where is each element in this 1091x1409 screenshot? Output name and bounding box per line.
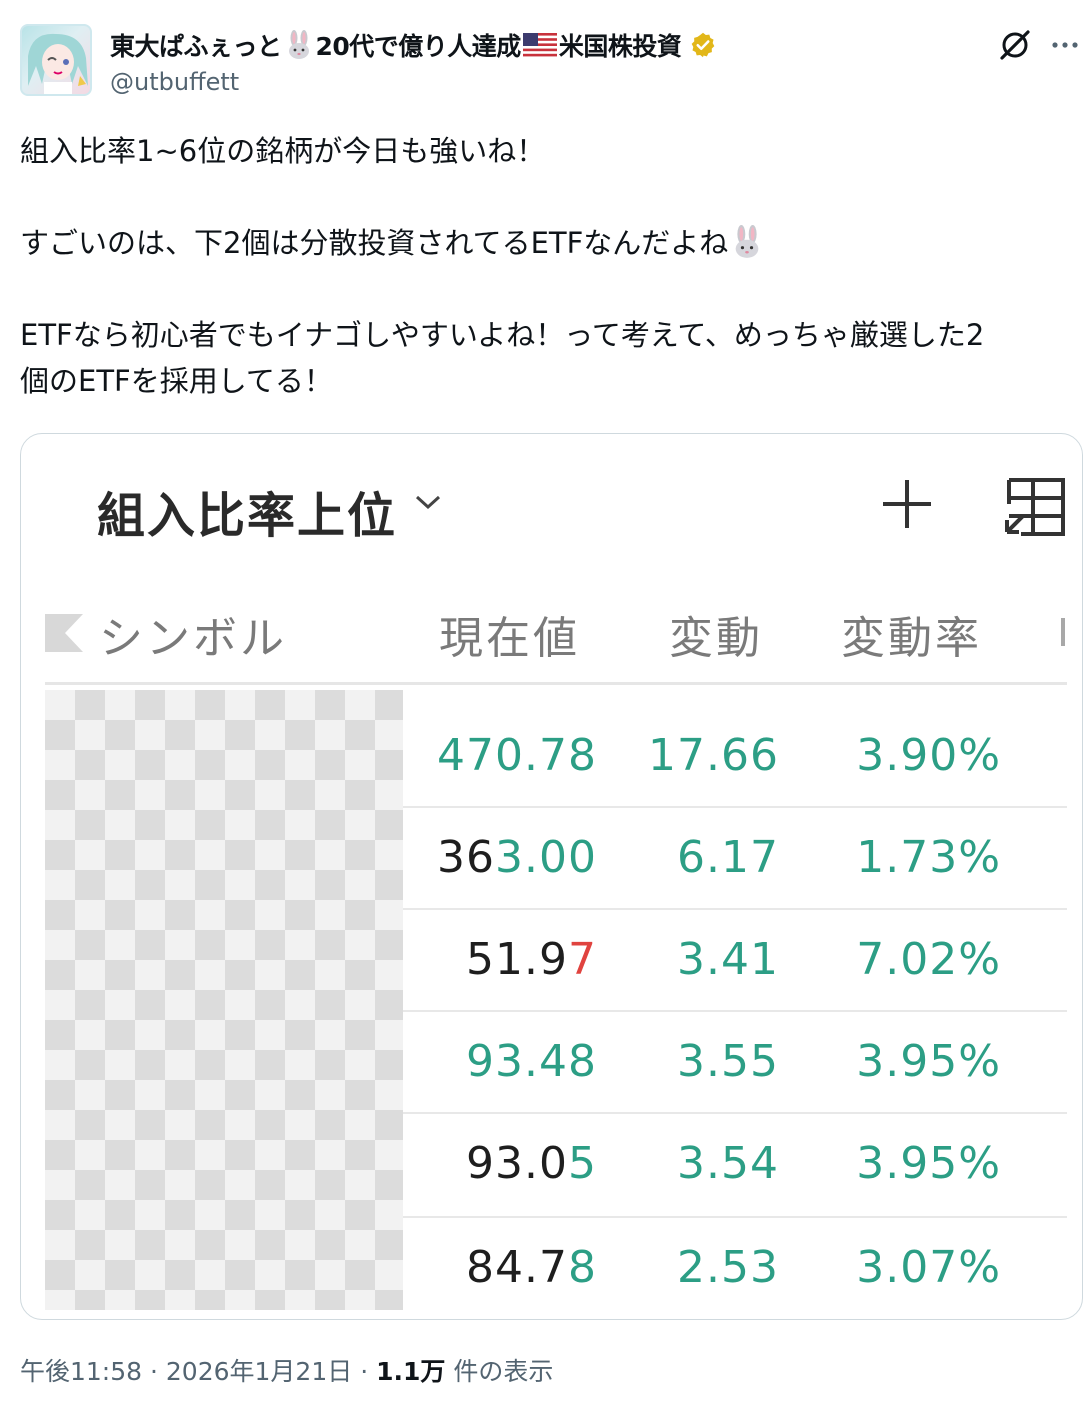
row-divider	[403, 1216, 1067, 1218]
price-part-b: 470.78	[437, 730, 597, 781]
price-part-a: 84.7	[466, 1242, 568, 1293]
change-cell: 2.53	[677, 1242, 779, 1293]
view-count-label: 件の表示	[453, 1357, 554, 1386]
view-count[interactable]: 1.1万	[376, 1357, 445, 1386]
post-time[interactable]: 午後11:58	[20, 1357, 142, 1386]
price-cell: 470.78	[401, 730, 597, 781]
change-cell: 3.54	[677, 1138, 779, 1189]
price-part-a: 93.0	[466, 1138, 568, 1189]
header-divider	[45, 682, 1067, 685]
meta-separator: ·	[150, 1357, 158, 1386]
change-pct-cell: 1.73%	[856, 832, 1001, 883]
price-part-a: 36	[437, 832, 496, 883]
col-header-change-pct: 変動率	[841, 613, 982, 664]
verified-badge-icon	[692, 32, 715, 58]
meta-separator: ·	[360, 1357, 369, 1386]
rabbit-icon	[735, 225, 759, 258]
table-title: 組入比率上位	[97, 488, 398, 544]
plus-icon	[883, 480, 931, 528]
change-cell: 6.17	[677, 832, 779, 883]
post-meta: 午後11:58 · 2026年1月21日 · 1.1万 件の表示	[20, 1352, 553, 1388]
change-pct-cell: 3.07%	[856, 1242, 1001, 1293]
rabbit-icon	[288, 30, 309, 59]
display-name-part3[interactable]: 米国株投資	[559, 27, 682, 63]
post-line-2: すごいのは、下2個は分散投資されてるETFなんだよね	[20, 220, 1080, 266]
chevron-down-icon	[415, 495, 441, 510]
post-line-3: ETFなら初心者でもイナゴしやすいよね！って考えて、めっちゃ厳選した2	[20, 318, 985, 352]
col-header-change: 変動	[669, 613, 763, 664]
change-pct-cell: 3.95%	[856, 1138, 1001, 1189]
change-cell: 3.41	[677, 934, 779, 985]
price-part-a: 51.9	[466, 934, 568, 985]
post-line-2-text: すごいのは、下2個は分散投資されてるETFなんだよね	[20, 226, 729, 260]
price-part-b: 5	[568, 1138, 597, 1189]
post-line-1: 組入比率1~6位の銘柄が今日も強いね！	[20, 134, 546, 168]
author-handle[interactable]: @utbuffett	[110, 68, 239, 96]
price-cell: 84.78	[401, 1242, 597, 1293]
display-name-part1[interactable]: 東大ぱふぇっと	[110, 27, 282, 63]
us-flag-icon	[522, 33, 557, 57]
table-layout-icon	[1005, 478, 1065, 536]
change-cell: 17.66	[648, 730, 779, 781]
price-part-b: 3.00	[495, 832, 597, 883]
display-name-part2[interactable]: 20代で億り人達成	[316, 27, 522, 63]
change-cell: 3.55	[677, 1036, 779, 1087]
price-cell: 93.48	[401, 1036, 597, 1087]
column-edge-marker	[1061, 618, 1065, 646]
symbol-column-mask	[45, 690, 403, 1310]
row-divider	[403, 1010, 1067, 1012]
avatar[interactable]	[20, 24, 92, 96]
price-part-b: 93.48	[466, 1036, 597, 1087]
change-pct-cell: 7.02%	[856, 934, 1001, 985]
change-pct-cell: 3.90%	[856, 730, 1001, 781]
price-part-b: 8	[568, 1242, 597, 1293]
price-cell: 51.97	[401, 934, 597, 985]
row-divider	[403, 806, 1067, 808]
price-cell: 93.05	[401, 1138, 597, 1189]
row-divider	[403, 908, 1067, 910]
grok-icon[interactable]	[996, 26, 1034, 64]
author-name-row[interactable]: 東大ぱふぇっと 20代で億り人達成 米国株投資	[110, 27, 717, 63]
sort-indicator-icon	[45, 614, 83, 652]
post-date[interactable]: 2026年1月21日	[166, 1357, 352, 1386]
post-line-4: 個のETFを採用してる！	[20, 364, 333, 398]
row-divider	[403, 1112, 1067, 1114]
change-pct-cell: 3.95%	[856, 1036, 1001, 1087]
post-image[interactable]: 組入比率上位 シンボル 現在値 変動 変動率 470.78 17.66 3.90…	[20, 433, 1083, 1320]
col-header-price: 現在値	[439, 613, 580, 664]
price-part-b: 7	[568, 934, 597, 985]
post-text: 組入比率1~6位の銘柄が今日も強いね！ すごいのは、下2個は分散投資されてるET…	[20, 128, 1080, 404]
more-icon[interactable]	[1048, 28, 1082, 62]
col-header-symbol: シンボル	[99, 613, 287, 664]
price-cell: 363.00	[401, 832, 597, 883]
